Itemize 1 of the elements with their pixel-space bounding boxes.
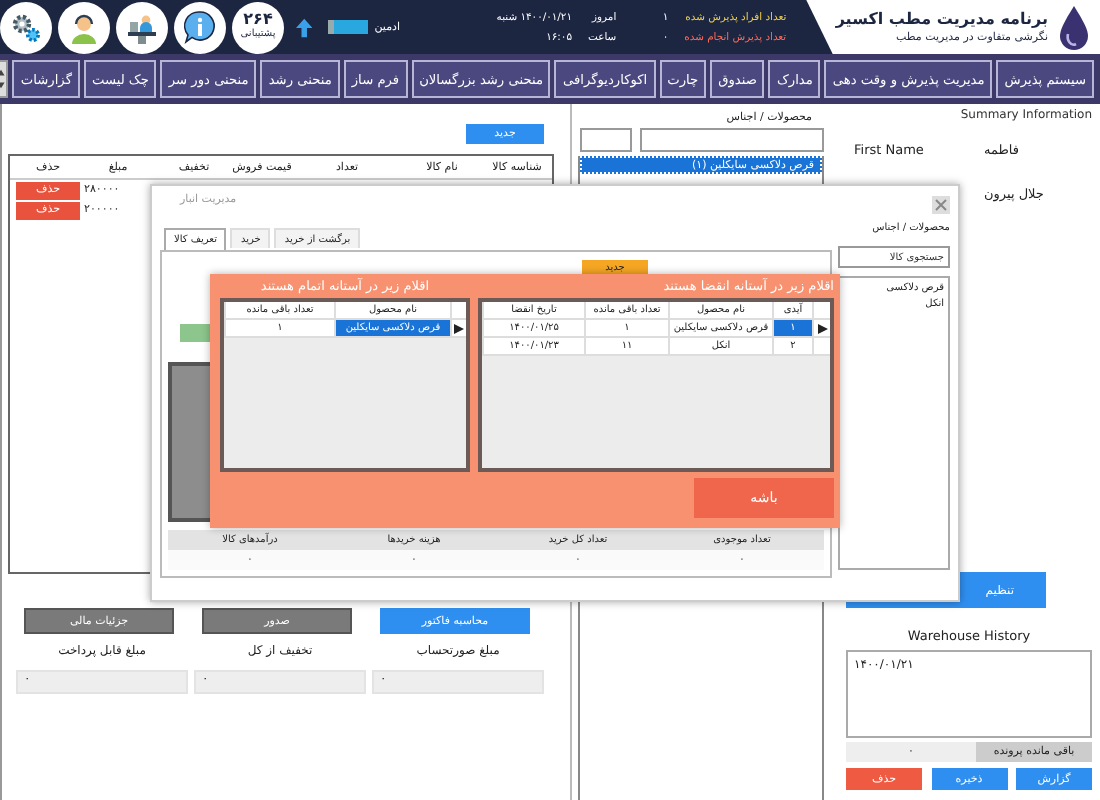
app-title: برنامه مدیریت مطب اکسیر xyxy=(835,10,1048,28)
